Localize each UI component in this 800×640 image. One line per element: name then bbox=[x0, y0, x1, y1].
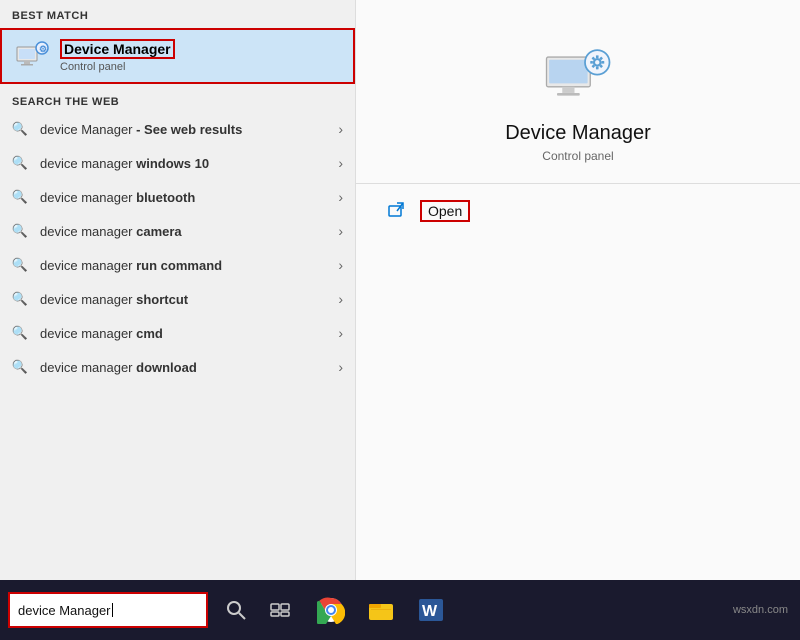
list-item[interactable]: 🔍 device manager camera › bbox=[0, 214, 355, 248]
svg-text:⚙: ⚙ bbox=[39, 44, 47, 54]
divider bbox=[356, 183, 800, 184]
best-match-subtitle: Control panel bbox=[60, 61, 175, 73]
taskbar-search-text: device Manager bbox=[18, 603, 111, 618]
best-match-title: Device Manager bbox=[60, 39, 175, 59]
list-item[interactable]: 🔍 device manager run command › bbox=[0, 248, 355, 282]
chrome-icon[interactable] bbox=[308, 587, 354, 633]
search-web-label: Search the web bbox=[0, 86, 355, 112]
watermark-text: wsxdn.com bbox=[733, 604, 788, 616]
left-panel: Best match ⚙ Device Manager Control pane… bbox=[0, 0, 355, 580]
chevron-right-icon: › bbox=[338, 257, 343, 273]
list-item[interactable]: 🔍 device manager windows 10 › bbox=[0, 146, 355, 180]
list-item[interactable]: 🔍 device manager bluetooth › bbox=[0, 180, 355, 214]
chevron-right-icon: › bbox=[338, 291, 343, 307]
search-icon: 🔍 bbox=[12, 155, 28, 171]
list-item[interactable]: 🔍 device manager shortcut › bbox=[0, 282, 355, 316]
search-item-text: device manager bluetooth bbox=[40, 190, 338, 205]
search-icon: 🔍 bbox=[12, 257, 28, 273]
taskbar-search-icon[interactable] bbox=[216, 590, 256, 630]
right-app-title: Device Manager bbox=[505, 122, 651, 145]
search-icon: 🔍 bbox=[12, 189, 28, 205]
chevron-right-icon: › bbox=[338, 223, 343, 239]
word-icon[interactable]: W bbox=[408, 587, 454, 633]
right-panel: Device Manager Control panel Open bbox=[355, 0, 800, 580]
search-icon: 🔍 bbox=[12, 223, 28, 239]
taskbar-apps: W bbox=[308, 587, 454, 633]
best-match-text: Device Manager Control panel bbox=[60, 39, 175, 73]
device-manager-icon-small: ⚙ bbox=[14, 38, 50, 74]
open-row: Open bbox=[356, 200, 800, 222]
search-item-text: device Manager - See web results bbox=[40, 122, 338, 137]
list-item[interactable]: 🔍 device manager cmd › bbox=[0, 316, 355, 350]
search-icon: 🔍 bbox=[12, 359, 28, 375]
best-match-item[interactable]: ⚙ Device Manager Control panel bbox=[0, 28, 355, 84]
chevron-right-icon: › bbox=[338, 121, 343, 137]
search-item-text: device manager shortcut bbox=[40, 292, 338, 307]
search-item-text: device manager camera bbox=[40, 224, 338, 239]
file-explorer-icon[interactable] bbox=[358, 587, 404, 633]
svg-text:W: W bbox=[422, 603, 438, 620]
right-app-subtitle: Control panel bbox=[542, 149, 613, 163]
device-manager-icon-large bbox=[538, 40, 618, 110]
search-item-text: device manager windows 10 bbox=[40, 156, 338, 171]
list-item[interactable]: 🔍 device Manager - See web results › bbox=[0, 112, 355, 146]
list-item[interactable]: 🔍 device manager download › bbox=[0, 350, 355, 384]
cursor bbox=[112, 603, 113, 617]
search-item-text: device manager download bbox=[40, 360, 338, 375]
search-icon: 🔍 bbox=[12, 121, 28, 137]
open-window-icon bbox=[386, 200, 408, 222]
search-item-text: device manager run command bbox=[40, 258, 338, 273]
taskbar-right: wsxdn.com bbox=[733, 604, 788, 616]
chevron-right-icon: › bbox=[338, 155, 343, 171]
search-item-text: device manager cmd bbox=[40, 326, 338, 341]
chevron-right-icon: › bbox=[338, 359, 343, 375]
task-view-icon[interactable] bbox=[260, 590, 300, 630]
taskbar-search-box[interactable]: device Manager bbox=[8, 592, 208, 628]
chevron-right-icon: › bbox=[338, 189, 343, 205]
open-label[interactable]: Open bbox=[420, 200, 470, 222]
chevron-right-icon: › bbox=[338, 325, 343, 341]
best-match-label: Best match bbox=[0, 0, 355, 28]
search-icon: 🔍 bbox=[12, 325, 28, 341]
taskbar: device Manager bbox=[0, 580, 800, 640]
search-icon: 🔍 bbox=[12, 291, 28, 307]
